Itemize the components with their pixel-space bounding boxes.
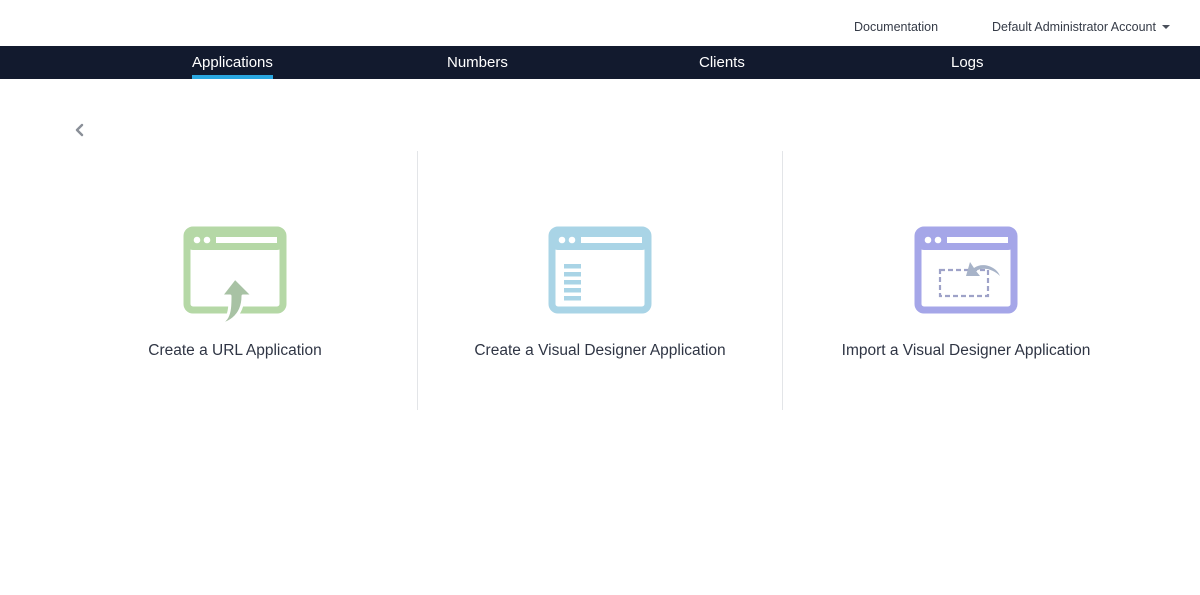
option-label: Create a Visual Designer Application bbox=[474, 342, 726, 359]
divider bbox=[417, 151, 418, 410]
caret-down-icon bbox=[1161, 25, 1170, 29]
import-visual-designer-option[interactable]: Import a Visual Designer Application bbox=[801, 220, 1131, 370]
tab-clients[interactable]: Clients bbox=[699, 46, 745, 79]
documentation-link[interactable]: Documentation bbox=[854, 20, 938, 34]
option-label: Import a Visual Designer Application bbox=[841, 342, 1091, 359]
create-url-application-option[interactable]: Create a URL Application bbox=[70, 220, 400, 370]
account-menu[interactable]: Default Administrator Account bbox=[992, 20, 1170, 34]
url-upload-icon bbox=[183, 226, 287, 328]
chevron-left-icon bbox=[75, 123, 84, 137]
visual-designer-icon bbox=[548, 226, 652, 314]
main-nav: Applications Numbers Clients Logs bbox=[0, 46, 1200, 79]
tab-numbers[interactable]: Numbers bbox=[447, 46, 508, 79]
divider bbox=[782, 151, 783, 410]
import-icon bbox=[914, 226, 1018, 314]
top-bar: Documentation Default Administrator Acco… bbox=[0, 0, 1200, 46]
option-label: Create a URL Application bbox=[148, 342, 322, 359]
tab-applications[interactable]: Applications bbox=[192, 46, 273, 79]
create-visual-designer-option[interactable]: Create a Visual Designer Application bbox=[435, 220, 765, 370]
account-label: Default Administrator Account bbox=[992, 20, 1156, 34]
back-button[interactable] bbox=[70, 120, 88, 140]
tab-logs[interactable]: Logs bbox=[951, 46, 984, 79]
